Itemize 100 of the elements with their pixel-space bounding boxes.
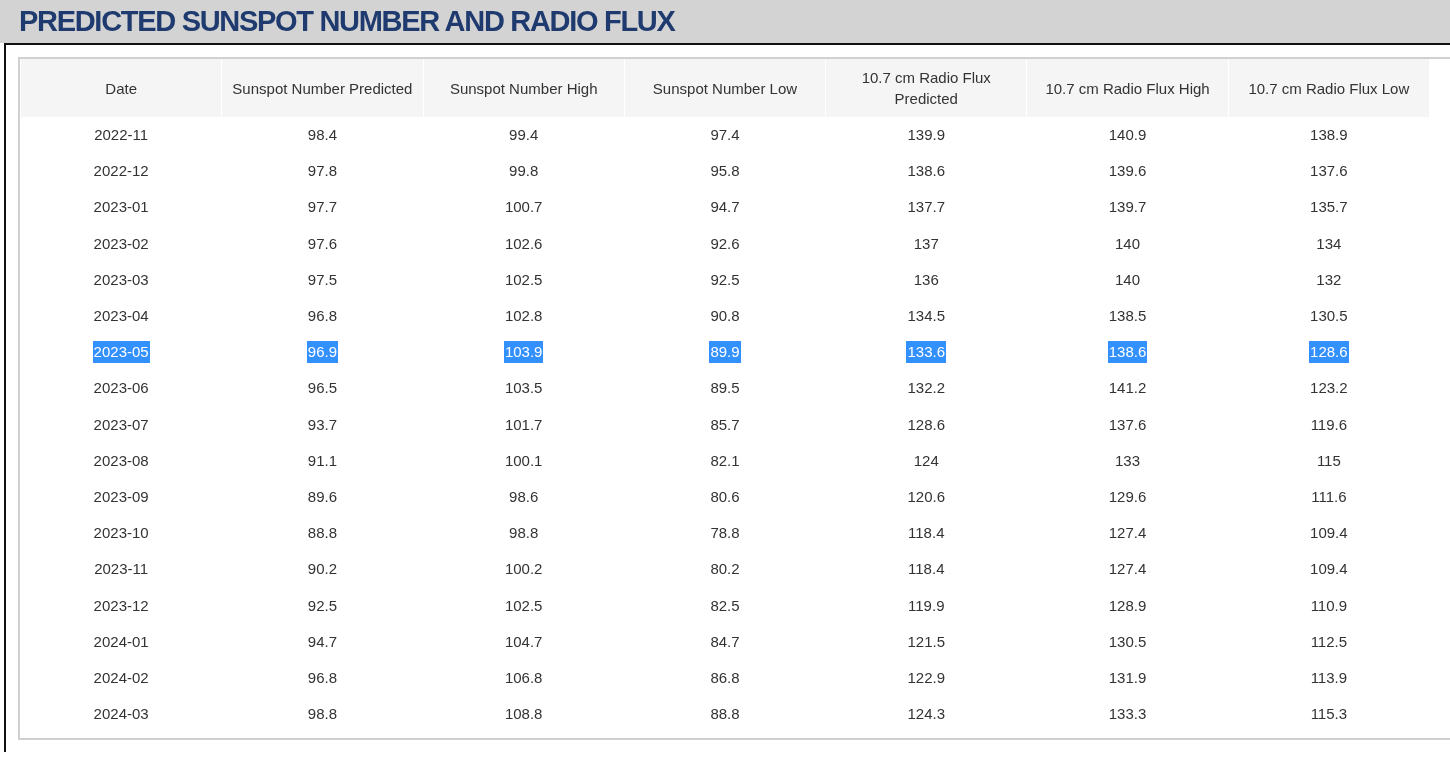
table-cell-text: 134 <box>1315 233 1343 254</box>
table-cell-text: 120.6 <box>906 486 947 507</box>
table-cell-text: 96.8 <box>306 306 338 327</box>
selected-text: 133.6 <box>906 341 947 364</box>
table-cell-text: 99.4 <box>508 125 540 146</box>
table-cell-text: 133.3 <box>1107 704 1148 725</box>
table-cell-text: 121.5 <box>906 631 947 652</box>
table-cell-text: 2023-02 <box>92 233 150 254</box>
table-cell-text: 130.5 <box>1107 631 1148 652</box>
table-cell-text: 90.8 <box>709 306 741 327</box>
table-cell-text: 97.7 <box>306 197 338 218</box>
table-cell-text: 98.6 <box>508 486 540 507</box>
table-cell-text: 2023-07 <box>92 414 150 435</box>
table-cell-text: 137.7 <box>906 197 947 218</box>
table-cell-text: 2023-10 <box>92 523 150 544</box>
table-cell-text: 88.8 <box>709 704 741 725</box>
table-cell-text: 92.6 <box>709 233 741 254</box>
table-cell-text: 112.5 <box>1309 631 1349 652</box>
column-header: Sunspot Number Low <box>624 59 826 117</box>
table-cell-text: 93.7 <box>306 414 338 435</box>
table-cell-text: 139.6 <box>1107 161 1148 182</box>
table-cell-text: 85.7 <box>709 414 741 435</box>
table-cell-text: 113.9 <box>1309 667 1349 688</box>
table-cell-text: 101.7 <box>503 414 544 435</box>
table-cell-text: 109.4 <box>1309 523 1349 544</box>
table-cell-text: 91.1 <box>306 450 338 471</box>
column-header: 10.7 cm Radio Flux High <box>1027 59 1228 117</box>
table-cell-text: 78.8 <box>709 523 741 544</box>
table-cell-text: 127.4 <box>1107 559 1148 580</box>
table-cell-text: 108.8 <box>503 704 544 725</box>
table-cell-text: 2024-02 <box>92 667 150 688</box>
table-cell-text: 97.5 <box>306 269 338 290</box>
table-cell-text: 137.6 <box>1107 414 1148 435</box>
selected-text: 128.6 <box>1309 341 1349 364</box>
table-cell-text: 115.3 <box>1309 704 1349 725</box>
table-cell-text: 2023-09 <box>92 486 150 507</box>
table-cell-text: 100.1 <box>503 450 544 471</box>
table-cell-text: 137.6 <box>1309 161 1349 182</box>
selected-text: 2023-05 <box>92 341 150 364</box>
table-cell-text: 119.6 <box>1309 414 1349 435</box>
table-cell-text: 97.6 <box>306 233 338 254</box>
selected-text: 138.6 <box>1107 341 1148 364</box>
table-cell-text: 137 <box>912 233 940 254</box>
table-cell-text: 82.1 <box>709 450 741 471</box>
page-title: PREDICTED SUNSPOT NUMBER AND RADIO FLUX <box>19 5 675 38</box>
table-cell-text: 95.8 <box>709 161 741 182</box>
table-cell-text: 118.4 <box>907 559 946 580</box>
table-cell-text: 102.6 <box>503 233 544 254</box>
column-header: Sunspot Number Predicted <box>222 59 423 117</box>
table-cell-text: 128.6 <box>906 414 947 435</box>
table-cell-text: 90.2 <box>306 559 338 580</box>
table-cell-text: 122.9 <box>906 667 947 688</box>
table-cell-text: 97.4 <box>709 125 741 146</box>
table-cell-text: 124 <box>912 450 940 471</box>
table-cell-text: 140 <box>1114 233 1142 254</box>
table-cell-text: 110.9 <box>1309 595 1349 616</box>
table-cell-text: 132 <box>1315 269 1343 290</box>
table-cell-text: 2023-12 <box>92 595 150 616</box>
table-cell-text: 98.8 <box>306 704 338 725</box>
table-cell-text: 123.2 <box>1309 378 1349 399</box>
table-cell-text: 115 <box>1315 450 1342 471</box>
table-cell-text: 94.7 <box>306 631 338 652</box>
table-cell-text: 103.5 <box>503 378 544 399</box>
table-cell-text: 139.7 <box>1107 197 1148 218</box>
table-cell-text: 2023-03 <box>92 269 150 290</box>
table-cell-text: 2023-11 <box>93 559 150 580</box>
table-cell-text: 89.5 <box>709 378 741 399</box>
table-cell-text: 97.8 <box>306 161 338 182</box>
table-cell-text: 88.8 <box>306 523 338 544</box>
table-cell-text: 134.5 <box>906 306 947 327</box>
table-cell-text: 136 <box>912 269 940 290</box>
table-cell-text: 109.4 <box>1309 559 1349 580</box>
table-cell-text: 92.5 <box>709 269 741 290</box>
table-cell-text: 104.7 <box>503 631 544 652</box>
table-cell-text: 2023-08 <box>92 450 150 471</box>
table-cell-text: 98.4 <box>306 125 338 146</box>
table-cell-text: 2023-06 <box>92 378 150 399</box>
table-cell-text: 140.9 <box>1107 125 1148 146</box>
table-cell-text: 100.7 <box>503 197 544 218</box>
table-cell-text: 139.9 <box>906 125 947 146</box>
table-cell-text: 2022-12 <box>92 161 150 182</box>
table-cell-text: 2024-01 <box>92 631 150 652</box>
table-cell-text: 138.6 <box>906 161 947 182</box>
table-cell-text: 124.3 <box>906 704 947 725</box>
table-cell-text: 82.5 <box>709 595 741 616</box>
table-cell-text: 99.8 <box>508 161 540 182</box>
table-cell-text: 138.5 <box>1107 306 1148 327</box>
table-cell-text: 89.6 <box>306 486 338 507</box>
table-cell-text: 135.7 <box>1309 197 1349 218</box>
table-cell-text: 98.8 <box>508 523 540 544</box>
column-header: 10.7 cm Radio Flux Low <box>1228 59 1429 117</box>
selected-text: 89.9 <box>709 341 741 364</box>
table-cell-text: 86.8 <box>709 667 741 688</box>
table-cell-text: 129.6 <box>1107 486 1148 507</box>
table-cell-text: 102.5 <box>503 269 544 290</box>
table-cell-text: 100.2 <box>503 559 544 580</box>
table-cell-text: 118.4 <box>907 523 946 544</box>
table-cell-text: 2024-03 <box>92 704 150 725</box>
table-cell-text: 96.5 <box>306 378 338 399</box>
table-cell-text: 138.9 <box>1309 125 1349 146</box>
